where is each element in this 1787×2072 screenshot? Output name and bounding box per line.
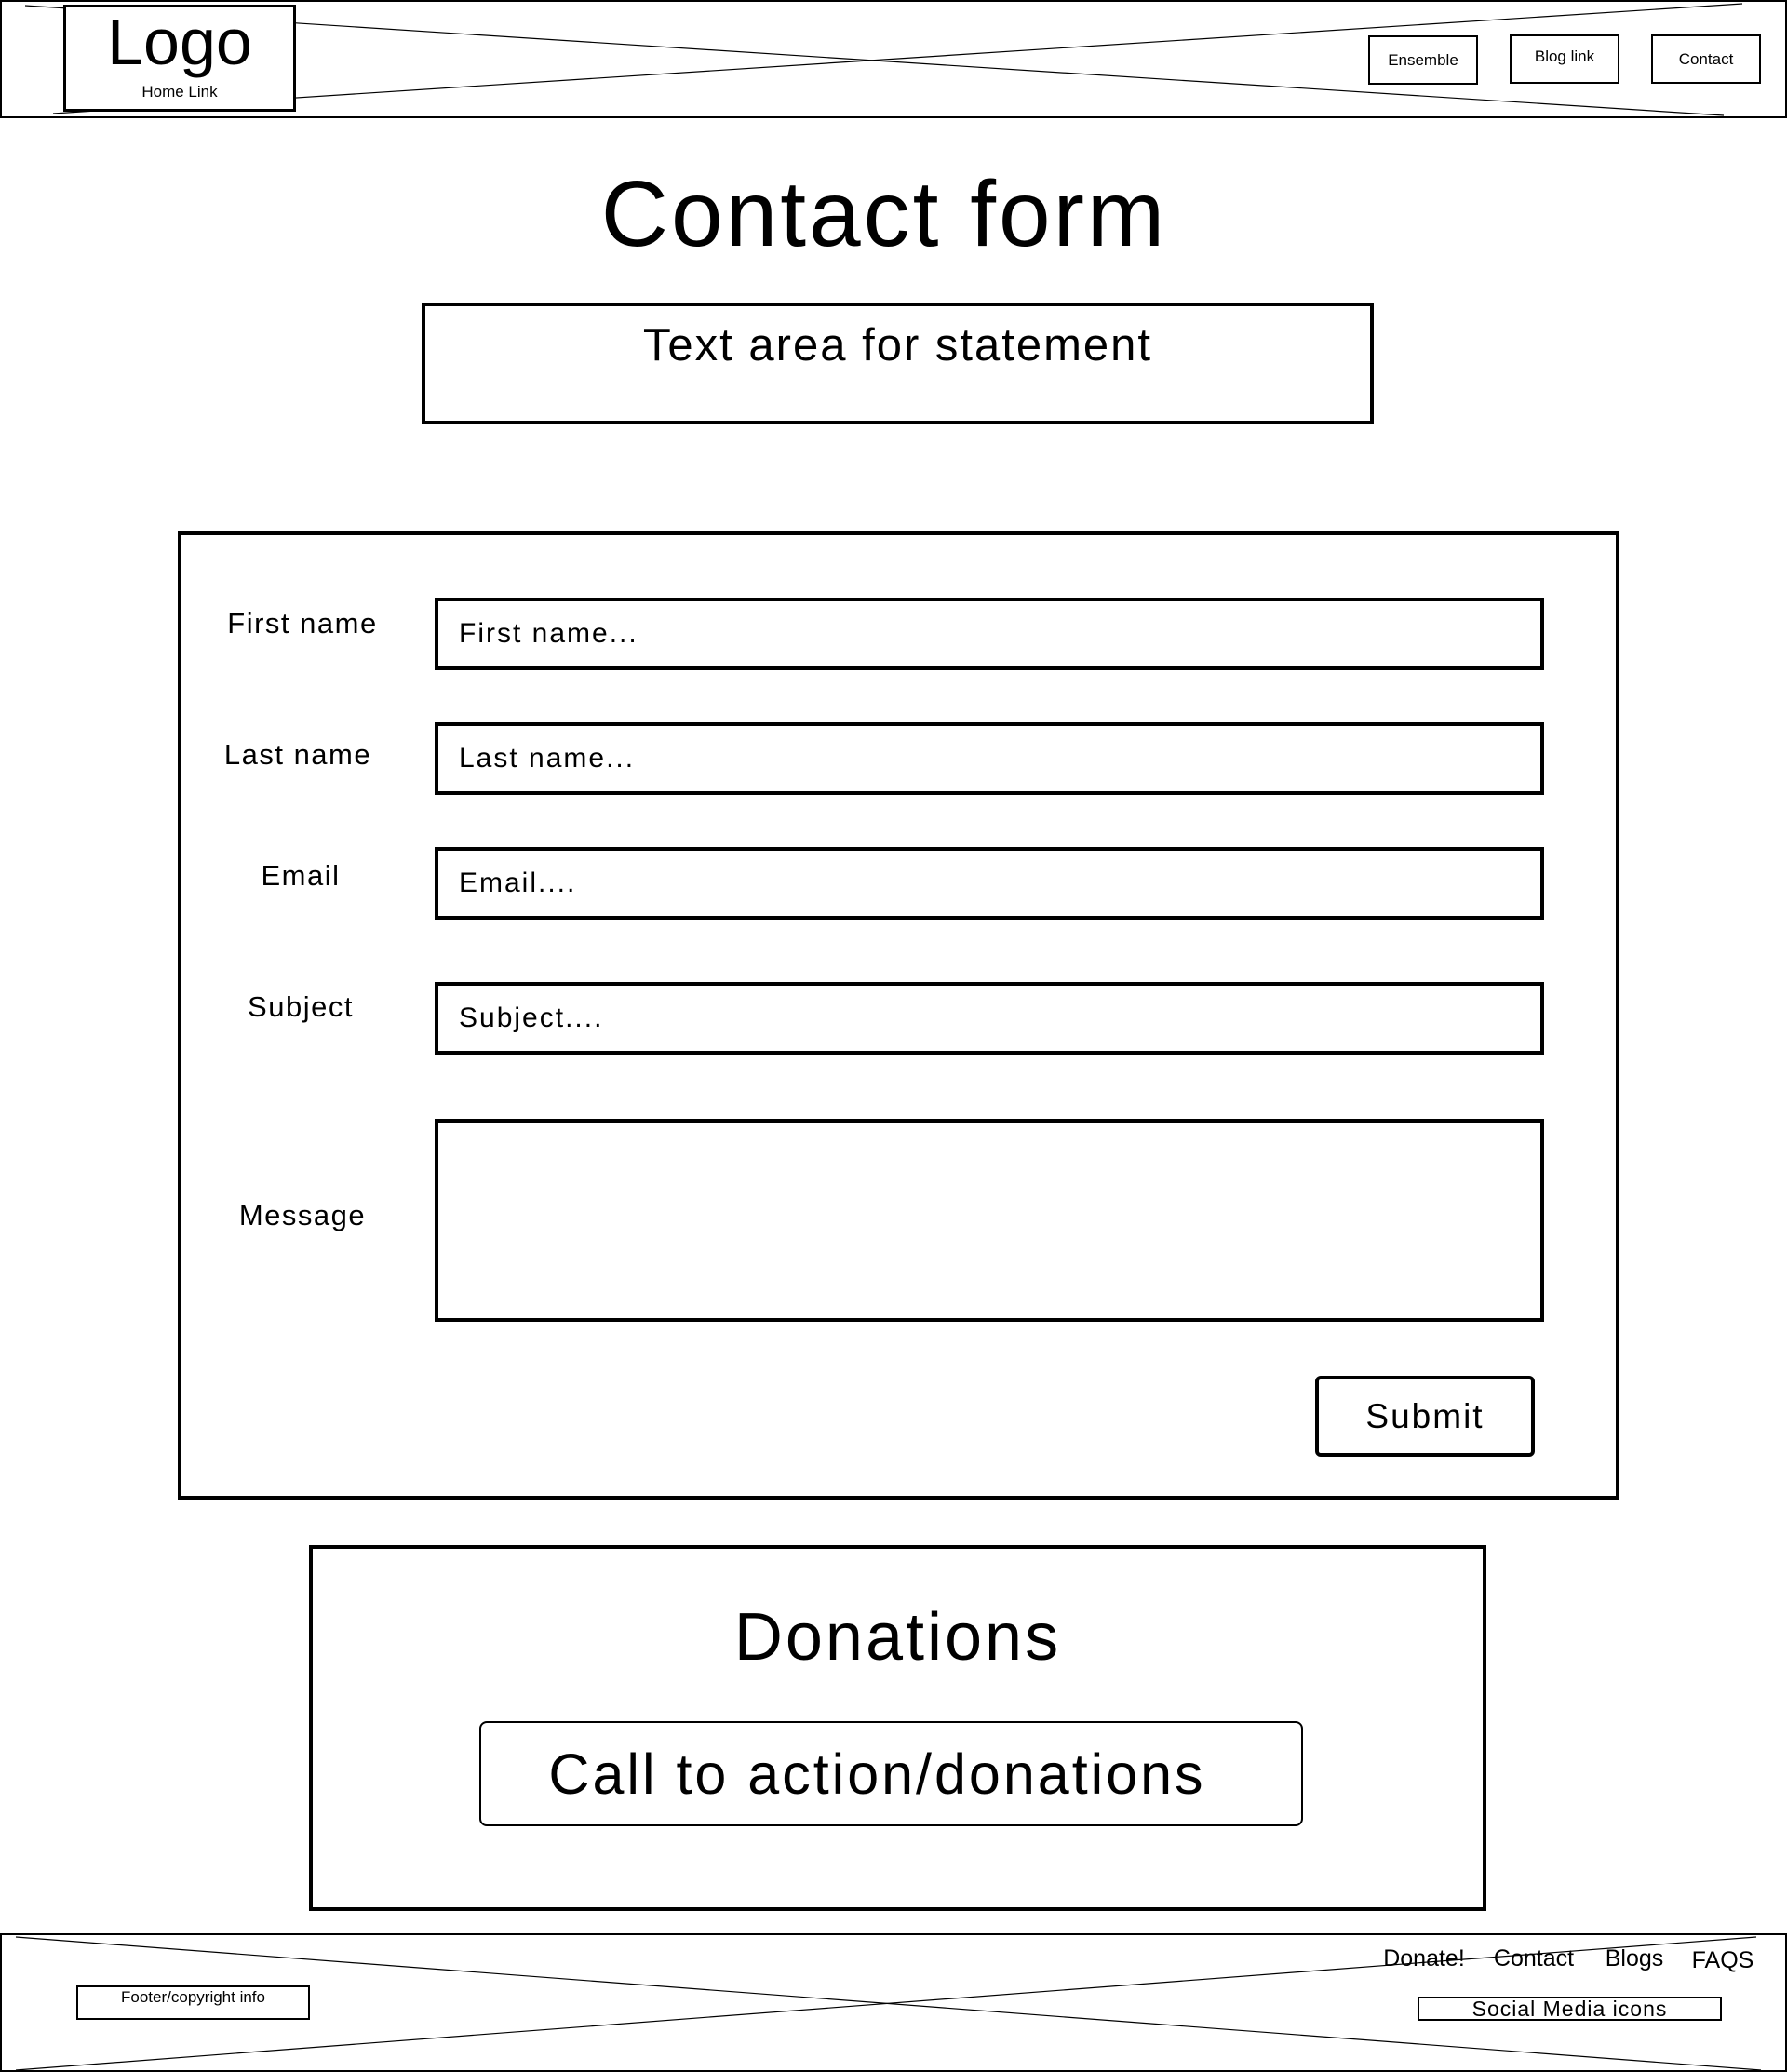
nav-contact[interactable]: Contact [1651,34,1761,84]
last-name-input[interactable]: Last name... [435,722,1544,795]
footer-link-contact[interactable]: Contact [1487,1941,1580,1976]
subject-label: Subject [248,990,354,1023]
donations-cta-button[interactable]: Call to action/donations [479,1721,1303,1826]
donations-title: Donations [733,1600,1062,1675]
page-title: Contact form [600,161,1168,266]
nav-ensemble[interactable]: Ensemble [1368,35,1478,85]
footer-copyright: Footer/copyright info [76,1985,310,2020]
footer-link-faqs[interactable]: FAQS [1686,1943,1759,1978]
subject-input[interactable]: Subject.... [435,982,1544,1055]
logo-home-link[interactable]: Logo Home Link [63,5,296,112]
footer-link-blogs[interactable]: Blogs [1598,1941,1671,1976]
statement-text: Text area for statement [642,320,1153,370]
logo: Logo [107,6,252,78]
last-name-label: Last name [223,738,372,771]
footer-link-donate[interactable]: Donate! [1377,1941,1471,1976]
message-textarea[interactable] [435,1119,1544,1322]
email-input[interactable]: Email.... [435,847,1544,920]
submit-button[interactable]: Submit [1315,1376,1535,1457]
message-label: Message [238,1199,367,1231]
email-label: Email [261,859,341,892]
statement-area: Text area for statement [422,303,1374,424]
social-media-icons[interactable]: Social Media icons [1418,1997,1722,2021]
first-name-label: First name [227,607,378,639]
first-name-input[interactable]: First name... [435,598,1544,670]
home-link-label: Home Link [141,83,218,101]
nav-blog-link[interactable]: Blog link [1510,34,1619,84]
